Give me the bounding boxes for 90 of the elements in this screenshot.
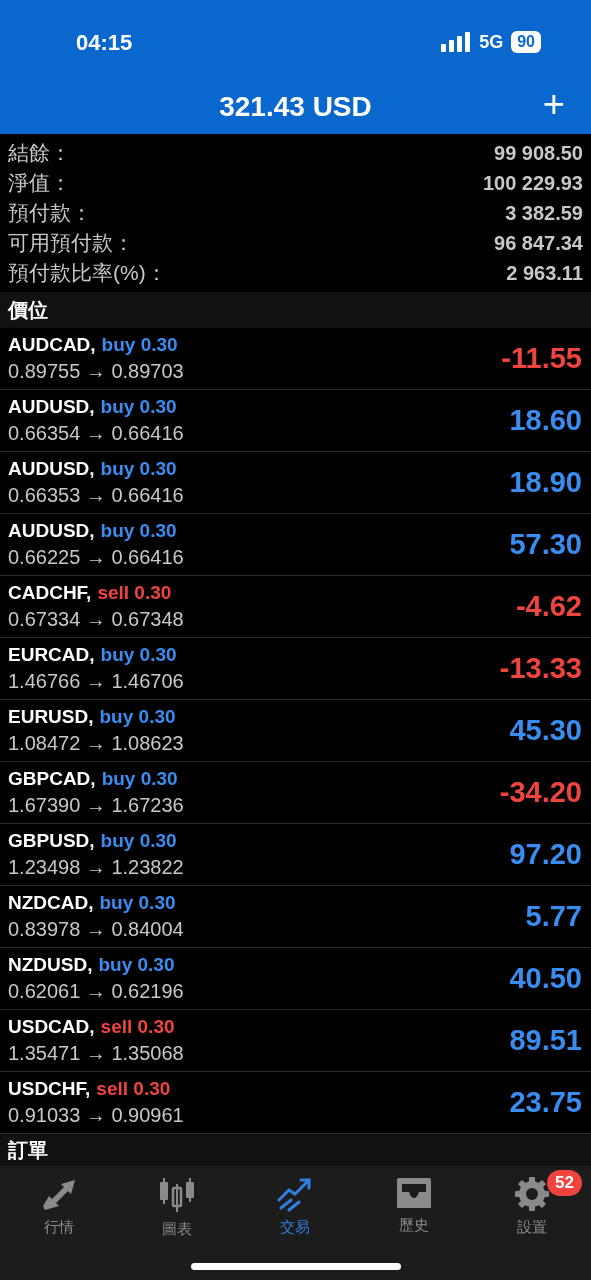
order-label: sell 0.30 bbox=[96, 1076, 171, 1101]
position-row[interactable]: AUDUSD, buy 0.30 0.66225 → 0.66416 57.30 bbox=[0, 514, 591, 576]
symbol-label: EURUSD, bbox=[8, 704, 94, 729]
signal-icon bbox=[441, 32, 472, 52]
symbol-label: GBPUSD, bbox=[8, 828, 95, 853]
battery-level: 90 bbox=[511, 31, 541, 53]
summary-value: 96 847.34 bbox=[494, 231, 583, 256]
price-range: 0.67334 → 0.67348 bbox=[8, 606, 184, 632]
position-row[interactable]: EURUSD, buy 0.30 1.08472 → 1.08623 45.30 bbox=[0, 700, 591, 762]
summary-value: 100 229.93 bbox=[482, 171, 583, 196]
profit-value: -4.62 bbox=[515, 588, 583, 624]
profit-value: 5.77 bbox=[525, 898, 583, 934]
inbox-tray-icon bbox=[394, 1176, 433, 1210]
profit-value: 89.51 bbox=[509, 1022, 583, 1058]
position-row[interactable]: GBPCAD, buy 0.30 1.67390 → 1.67236 -34.20 bbox=[0, 762, 591, 824]
symbol-label: USDCAD, bbox=[8, 1014, 95, 1039]
order-label: buy 0.30 bbox=[100, 518, 177, 543]
add-button[interactable]: + bbox=[542, 84, 565, 124]
symbol-label: GBPCAD, bbox=[8, 766, 96, 791]
summary-value: 99 908.50 bbox=[494, 141, 583, 166]
position-row[interactable]: CADCHF, sell 0.30 0.67334 → 0.67348 -4.62 bbox=[0, 576, 591, 638]
symbol-label: AUDCAD, bbox=[8, 332, 96, 357]
position-row[interactable]: AUDUSD, buy 0.30 0.66353 → 0.66416 18.90 bbox=[0, 452, 591, 514]
summary-label: 預付款比率(%)： bbox=[8, 260, 167, 287]
order-label: buy 0.30 bbox=[101, 766, 178, 791]
notification-badge: 52 bbox=[546, 1170, 582, 1196]
price-range: 0.66354 → 0.66416 bbox=[8, 420, 184, 446]
symbol-label: USDCHF, bbox=[8, 1076, 91, 1101]
order-label: buy 0.30 bbox=[101, 332, 178, 357]
order-label: buy 0.30 bbox=[99, 704, 176, 729]
price-range: 0.89755 → 0.89703 bbox=[8, 358, 184, 384]
symbol-label: NZDCAD, bbox=[8, 890, 94, 915]
symbol-label: AUDUSD, bbox=[8, 456, 95, 481]
price-range: 0.62061 → 0.62196 bbox=[8, 978, 184, 1004]
profit-value: -11.55 bbox=[501, 340, 583, 376]
order-label: buy 0.30 bbox=[99, 890, 176, 915]
section-header: 訂單 bbox=[0, 1134, 591, 1166]
profit-value: 18.90 bbox=[509, 464, 583, 500]
order-label: sell 0.30 bbox=[100, 1014, 175, 1039]
profit-value: 45.30 bbox=[509, 712, 583, 748]
price-range: 0.66353 → 0.66416 bbox=[8, 482, 184, 508]
order-label: buy 0.30 bbox=[100, 828, 177, 853]
order-label: buy 0.30 bbox=[100, 456, 177, 481]
price-range: 1.08472 → 1.08623 bbox=[8, 730, 184, 756]
tab-item[interactable]: 交易 bbox=[243, 1168, 348, 1241]
summary-label: 結餘： bbox=[8, 140, 71, 167]
symbol-label: AUDUSD, bbox=[8, 394, 95, 419]
profit-value: 57.30 bbox=[509, 526, 583, 562]
order-label: buy 0.30 bbox=[100, 642, 177, 667]
price-range: 1.46766 → 1.46706 bbox=[8, 668, 184, 694]
summary-label: 淨值： bbox=[8, 170, 71, 197]
tab-item[interactable]: 行情 bbox=[7, 1168, 112, 1241]
symbol-label: EURCAD, bbox=[8, 642, 95, 667]
position-row[interactable]: NZDCAD, buy 0.30 0.83978 → 0.84004 5.77 bbox=[0, 886, 591, 948]
summary-value: 2 963.11 bbox=[506, 261, 583, 286]
position-row[interactable]: USDCAD, sell 0.30 1.35471 → 1.35068 89.51 bbox=[0, 1010, 591, 1072]
price-range: 1.23498 → 1.23822 bbox=[8, 854, 184, 880]
settings-icon bbox=[513, 1176, 550, 1212]
summary-label: 預付款： bbox=[8, 200, 92, 227]
header-title: 321.43 USD bbox=[219, 90, 372, 124]
network-label: 5G bbox=[479, 30, 504, 54]
price-range: 1.67390 → 1.67236 bbox=[8, 792, 184, 818]
profit-value: 40.50 bbox=[509, 960, 583, 996]
symbol-label: CADCHF, bbox=[8, 580, 92, 605]
position-row[interactable]: EURCAD, buy 0.30 1.46766 → 1.46706 -13.33 bbox=[0, 638, 591, 700]
position-row[interactable]: NZDUSD, buy 0.30 0.62061 → 0.62196 40.50 bbox=[0, 948, 591, 1010]
order-label: buy 0.30 bbox=[98, 952, 175, 977]
symbol-label: NZDUSD, bbox=[8, 952, 93, 977]
position-row[interactable]: AUDUSD, buy 0.30 0.66354 → 0.66416 18.60 bbox=[0, 390, 591, 452]
order-label: sell 0.30 bbox=[97, 580, 172, 605]
price-range: 0.83978 → 0.84004 bbox=[8, 916, 184, 942]
profit-value: 97.20 bbox=[509, 836, 583, 872]
price-range: 0.91033 → 0.90961 bbox=[8, 1102, 184, 1128]
tab-item[interactable]: 圖表 bbox=[125, 1168, 230, 1241]
profit-value: -34.20 bbox=[499, 774, 583, 810]
tab-item[interactable]: 設置 52 bbox=[479, 1168, 584, 1241]
section-header: 價位 bbox=[0, 292, 591, 328]
price-range: 1.35471 → 1.35068 bbox=[8, 1040, 184, 1066]
profit-value: 18.60 bbox=[509, 402, 583, 438]
summary-value: 3 382.59 bbox=[505, 201, 583, 226]
profit-value: 23.75 bbox=[509, 1084, 583, 1120]
position-row[interactable]: GBPUSD, buy 0.30 1.23498 → 1.23822 97.20 bbox=[0, 824, 591, 886]
position-row[interactable]: AUDCAD, buy 0.30 0.89755 → 0.89703 -11.55 bbox=[0, 328, 591, 390]
tab-item[interactable]: 歷史 bbox=[361, 1168, 466, 1241]
profit-value: -13.33 bbox=[499, 650, 583, 686]
order-label: buy 0.30 bbox=[100, 394, 177, 419]
symbol-label: AUDUSD, bbox=[8, 518, 95, 543]
price-range: 0.66225 → 0.66416 bbox=[8, 544, 184, 570]
status-time: 04:15 bbox=[76, 28, 133, 57]
summary-label: 可用預付款： bbox=[8, 230, 134, 257]
